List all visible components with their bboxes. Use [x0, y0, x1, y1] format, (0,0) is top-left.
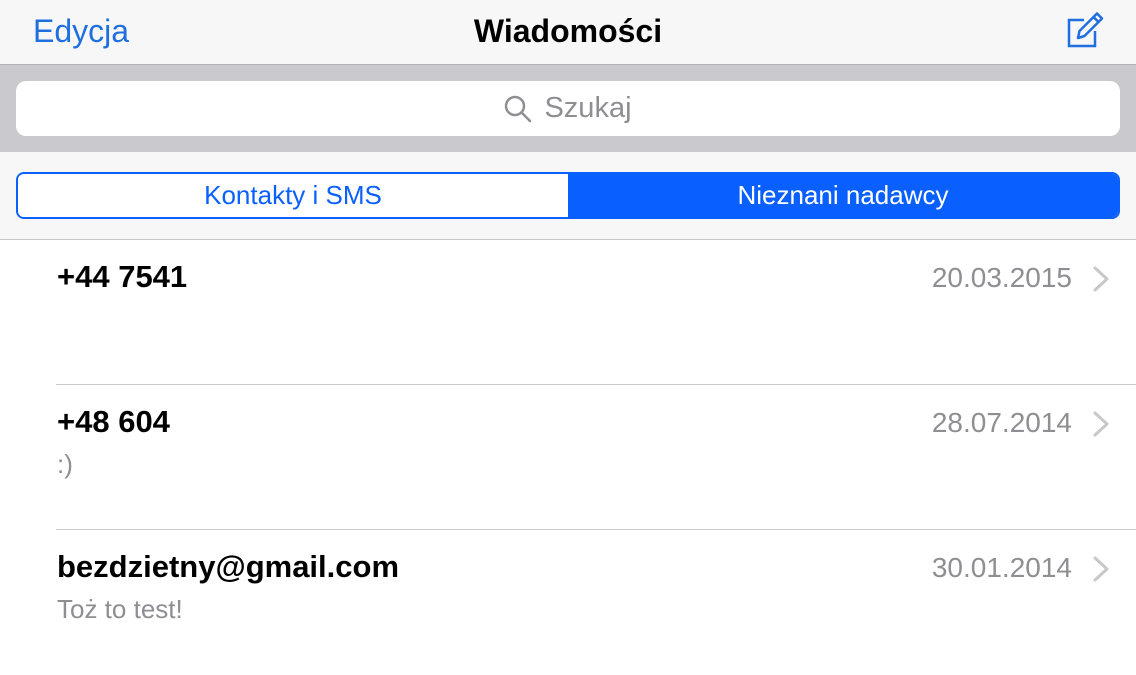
search-area: Szukaj [0, 64, 1136, 152]
segmented-control: Kontakty i SMS Nieznani nadawcy [16, 172, 1120, 219]
list-item[interactable]: bezdzietny@gmail.com Toż to test! 30.01.… [0, 530, 1136, 675]
sender-name: bezdzietny@gmail.com [57, 549, 400, 584]
page-title: Wiadomości [473, 13, 663, 49]
chevron-right-icon [1093, 411, 1109, 437]
segment-contacts-sms[interactable]: Kontakty i SMS [18, 174, 568, 217]
segment-bar: Kontakty i SMS Nieznani nadawcy [0, 152, 1136, 240]
message-preview: :) [57, 449, 73, 479]
sender-name: +44 7541 [57, 259, 188, 294]
search-icon [505, 95, 532, 122]
compose-icon[interactable] [1062, 10, 1106, 54]
message-date: 30.01.2014 [931, 552, 1072, 583]
segment-unknown-senders[interactable]: Nieznani nadawcy [568, 174, 1118, 217]
chevron-right-icon [1093, 556, 1109, 582]
search-input[interactable]: Szukaj [16, 81, 1120, 136]
search-placeholder: Szukaj [544, 92, 632, 124]
message-preview: Toż to test! [57, 594, 183, 624]
list-item[interactable]: +44 7541 20.03.2015 [0, 240, 1136, 385]
chevron-right-icon [1093, 266, 1109, 292]
message-date: 20.03.2015 [931, 262, 1072, 293]
edit-button[interactable]: Edycja [33, 11, 129, 51]
message-date: 28.07.2014 [931, 407, 1072, 438]
list-item[interactable]: +48 604 :) 28.07.2014 [0, 385, 1136, 530]
navigation-bar: Edycja Wiadomości [0, 0, 1136, 64]
sender-name: +48 604 [57, 404, 170, 439]
